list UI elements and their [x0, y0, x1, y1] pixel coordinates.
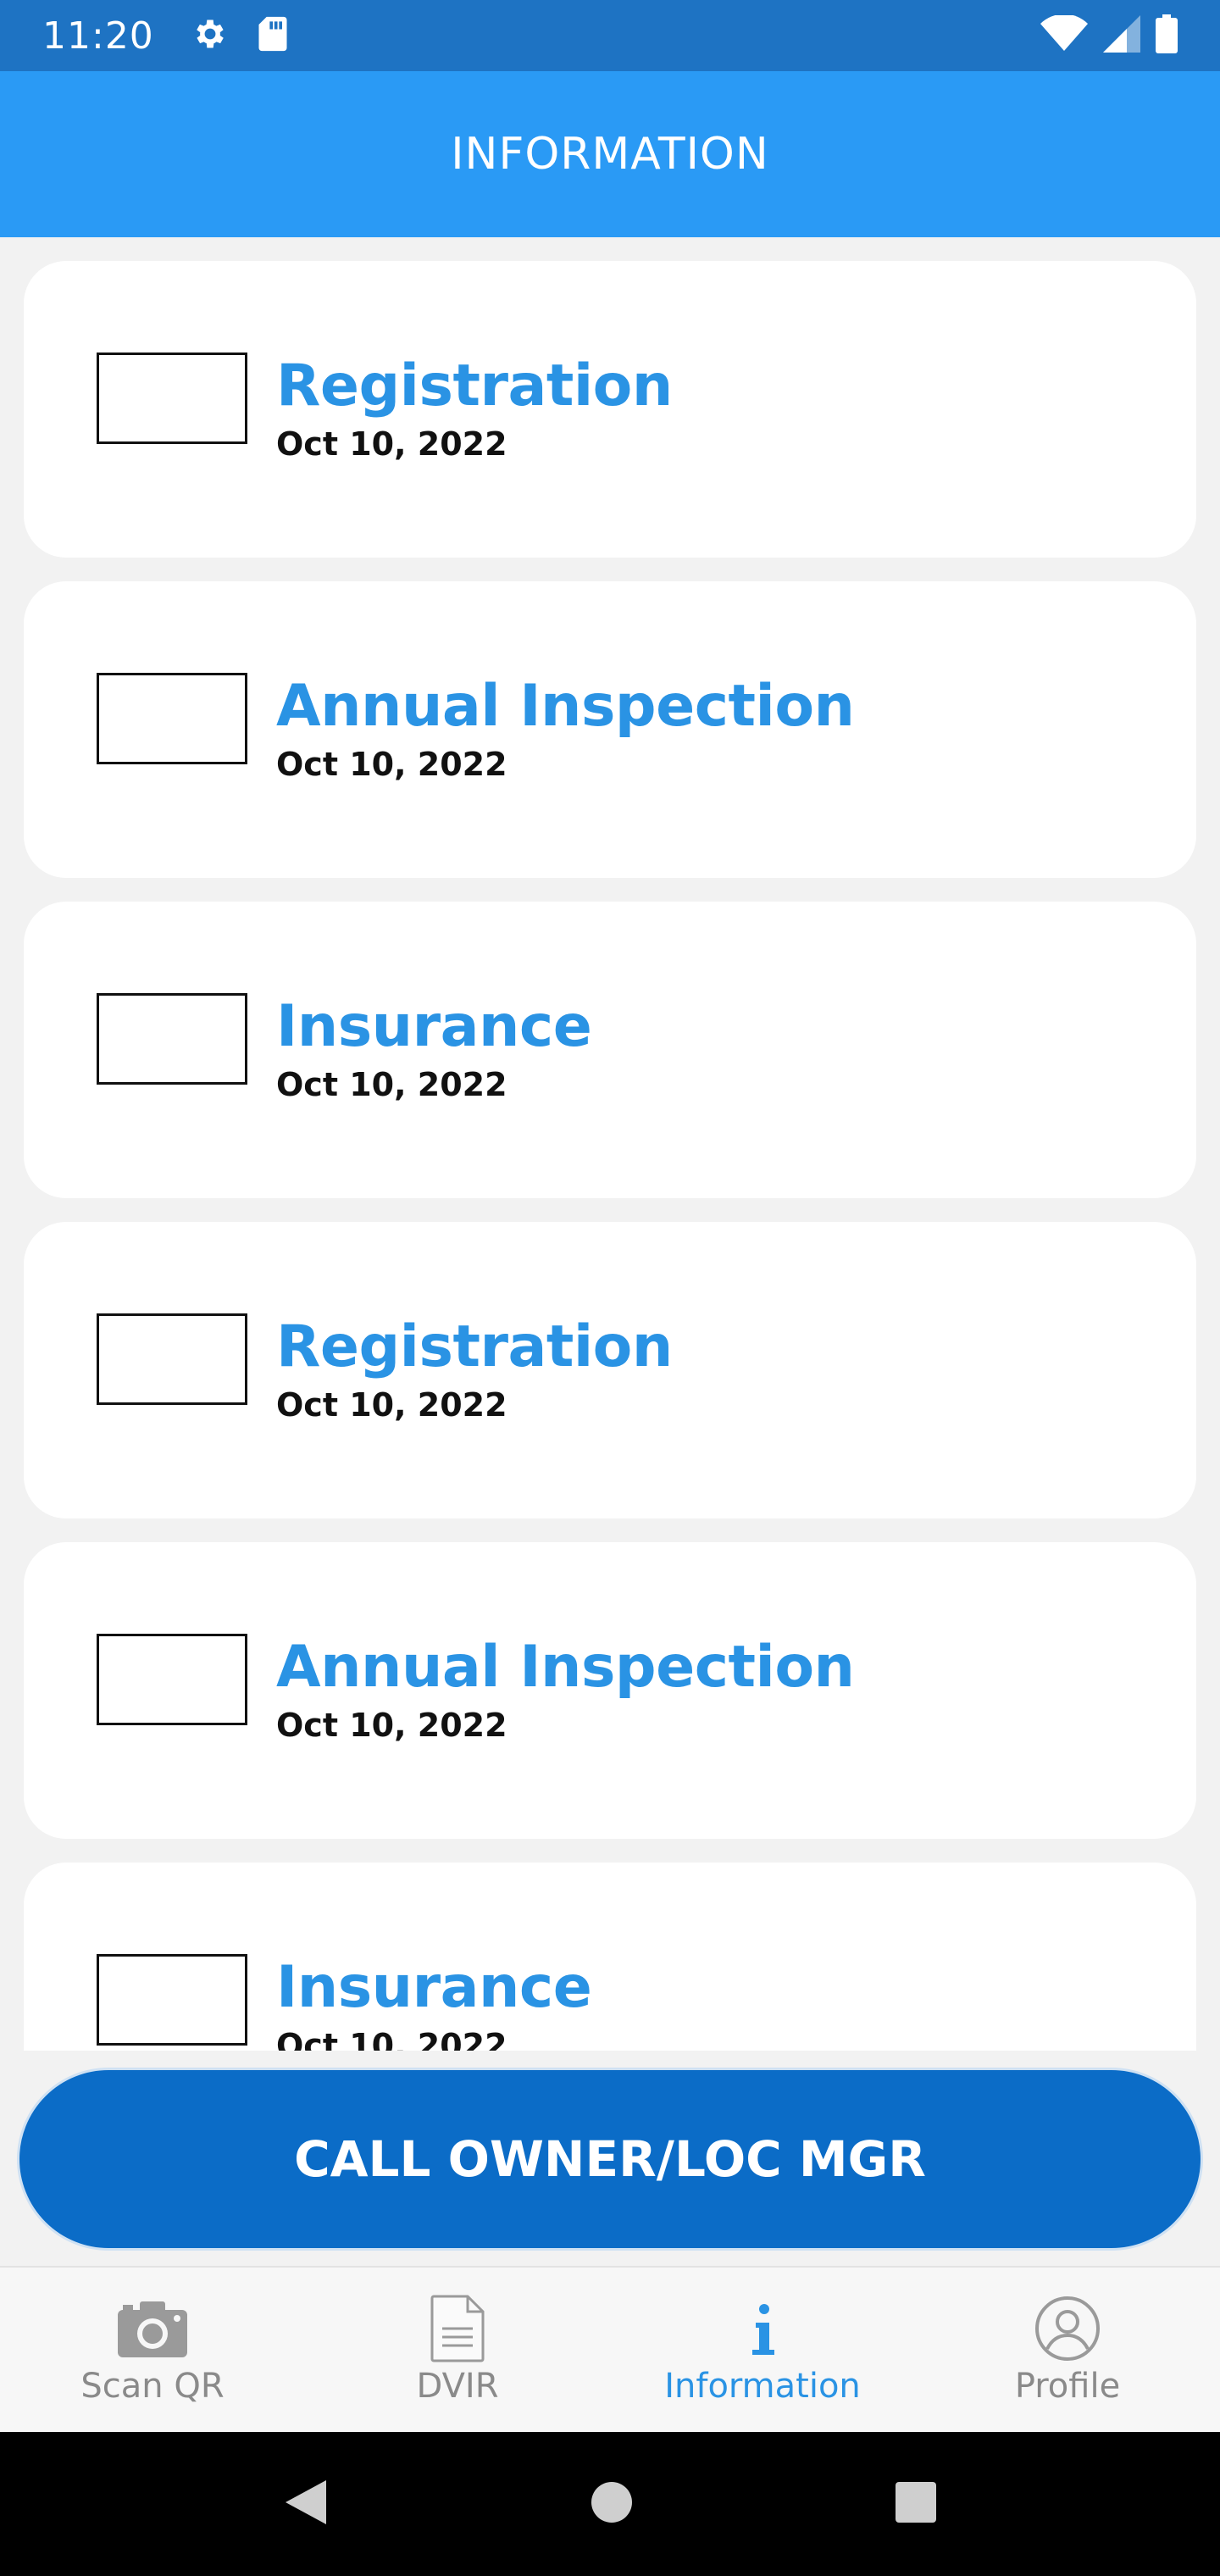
- document-date: Oct 10, 2022: [276, 1707, 507, 1744]
- bottom-nav: Scan QR DVIR Information Profile: [0, 2266, 1220, 2432]
- home-icon[interactable]: [590, 2480, 634, 2529]
- document-title: Insurance: [276, 993, 592, 1060]
- document-thumbnail[interactable]: [97, 1954, 247, 2046]
- nav-label: Scan QR: [80, 2367, 225, 2406]
- back-icon[interactable]: [282, 2477, 330, 2532]
- document-title: Annual Inspection: [276, 1634, 855, 1701]
- document-thumbnail[interactable]: [97, 1634, 247, 1725]
- document-thumbnail[interactable]: [97, 1313, 247, 1405]
- document-card[interactable]: Annual Inspection Oct 10, 2022: [24, 1542, 1196, 1839]
- document-thumbnail[interactable]: [97, 673, 247, 764]
- document-thumbnail[interactable]: [97, 353, 247, 444]
- document-title: Registration: [276, 1313, 673, 1380]
- nav-item-scan-qr[interactable]: Scan QR: [0, 2268, 305, 2432]
- document-title: Insurance: [276, 1954, 592, 2021]
- nav-label: DVIR: [416, 2367, 499, 2406]
- nav-item-information[interactable]: Information: [610, 2268, 915, 2432]
- system-nav-bar: [0, 2432, 1220, 2576]
- document-date: Oct 10, 2022: [276, 746, 507, 783]
- document-card[interactable]: Registration Oct 10, 2022: [24, 1222, 1196, 1518]
- status-time: 11:20: [42, 14, 154, 58]
- document-card[interactable]: Insurance Oct 10, 2022: [24, 1863, 1196, 2051]
- document-card[interactable]: Insurance Oct 10, 2022: [24, 902, 1196, 1198]
- status-bar: 11:20: [0, 0, 1220, 71]
- nav-label: Profile: [1014, 2367, 1121, 2406]
- battery-icon: [1156, 14, 1178, 58]
- document-title: Annual Inspection: [276, 673, 855, 740]
- call-owner-button[interactable]: CALL OWNER/LOC MGR: [17, 2068, 1203, 2251]
- nav-item-profile[interactable]: Profile: [915, 2268, 1220, 2432]
- document-list[interactable]: Registration Oct 10, 2022 Annual Inspect…: [0, 237, 1220, 2051]
- document-thumbnail[interactable]: [97, 993, 247, 1085]
- camera-icon: [116, 2294, 189, 2363]
- app-header: INFORMATION: [0, 71, 1220, 237]
- nav-label: Information: [664, 2367, 861, 2406]
- wifi-icon: [1040, 14, 1088, 57]
- profile-icon: [1034, 2294, 1101, 2363]
- sd-card-icon: [256, 15, 290, 57]
- document-card[interactable]: Registration Oct 10, 2022: [24, 261, 1196, 558]
- nav-item-dvir[interactable]: DVIR: [305, 2268, 610, 2432]
- document-title: Registration: [276, 353, 673, 419]
- document-date: Oct 10, 2022: [276, 1386, 507, 1424]
- document-icon: [430, 2294, 485, 2363]
- document-date: Oct 10, 2022: [276, 2027, 507, 2051]
- document-date: Oct 10, 2022: [276, 425, 507, 463]
- signal-icon: [1103, 14, 1140, 57]
- page-title: INFORMATION: [451, 129, 769, 180]
- document-card[interactable]: Annual Inspection Oct 10, 2022: [24, 581, 1196, 878]
- document-date: Oct 10, 2022: [276, 1066, 507, 1103]
- gear-icon: [191, 15, 229, 57]
- info-icon: [746, 2294, 779, 2363]
- recents-icon[interactable]: [894, 2480, 938, 2529]
